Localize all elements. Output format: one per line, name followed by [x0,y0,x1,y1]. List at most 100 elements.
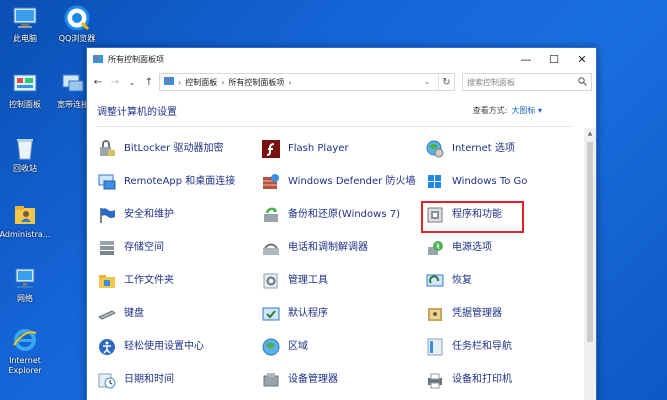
flash-icon [261,139,281,159]
close-button[interactable]: ✕ [568,48,596,70]
item-firewall[interactable]: Windows Defender 防火墙 [261,165,425,198]
work-folder-icon [97,271,117,291]
admin-tools-icon [261,271,281,291]
item-keyboard[interactable]: 键盘 [97,297,261,330]
desktop-icon-recycle-bin[interactable]: 回收站 [0,134,50,174]
address-dropdown-button[interactable]: ⌄ [420,78,434,86]
chevron-right-icon: › [221,77,225,87]
item-security-maintenance[interactable]: 安全和维护 [97,198,261,231]
desktop-icon-label: 网络 [17,294,33,303]
remoteapp-icon [97,172,117,192]
item-region[interactable]: 区域 [261,330,425,363]
datetime-icon [97,370,117,390]
item-power-options[interactable]: 电源选项 [425,231,589,264]
phone-modem-icon [261,238,281,258]
maximize-button[interactable]: ☐ [540,48,568,70]
title-bar[interactable]: 所有控制面板项 — ☐ ✕ [87,48,596,70]
taskbar-icon [425,337,445,357]
item-backup-restore[interactable]: 备份和还原(Windows 7) [261,198,425,231]
desktop-icon-label: 此电脑 [13,34,37,43]
back-button[interactable]: ← [91,73,105,91]
bitlocker-icon [97,139,117,159]
network-icon [11,264,39,292]
broadband-icon [59,70,87,98]
ie-icon [11,326,39,354]
recovery-icon [425,271,445,291]
chevron-right-icon: › [178,77,182,87]
item-device-manager[interactable]: 设备管理器 [261,363,425,396]
item-remoteapp[interactable]: RemoteApp 和桌面连接 [97,165,261,198]
desktop-icon-network[interactable]: 网络 [0,264,50,304]
recent-locations-button[interactable]: ⌄ [125,73,139,91]
address-row: ← → ⌄ ↑ › 控制面板 › 所有控制面板项 › ⌄ ↻ 搜索控制面板 [87,70,596,94]
scroll-up-icon[interactable]: ▲ [584,130,596,137]
view-by-label: 查看方式: [472,105,508,115]
control-panel-icon [11,70,39,98]
item-flash-player[interactable]: Flash Player [261,132,425,165]
desktop-icon-label: 宽带连接 [57,100,89,109]
windows-to-go-icon [425,172,445,192]
search-icon [578,76,587,88]
item-recovery[interactable]: 恢复 [425,264,589,297]
item-admin-tools[interactable]: 管理工具 [261,264,425,297]
credential-icon [425,304,445,324]
desktop-icon-qq-browser[interactable]: QQ浏览器 [52,4,102,44]
desktop-icon-label: Administra... [0,230,51,239]
heading-row: 调整计算机的设置 查看方式: 大图标 ▾ [97,94,586,126]
up-button[interactable]: ↑ [142,73,156,91]
address-bar[interactable]: › 控制面板 › 所有控制面板项 › ⌄ ↻ [159,73,455,91]
control-panel-icon [93,54,103,64]
recycle-bin-icon [11,134,39,162]
keyboard-icon [97,304,117,324]
item-storage-spaces[interactable]: 存储空间 [97,231,261,264]
user-folder-icon [11,200,39,228]
item-work-folders[interactable]: 工作文件夹 [97,264,261,297]
item-taskbar-navigation[interactable]: 任务栏和导航 [425,330,589,363]
item-date-time[interactable]: 日期和时间 [97,363,261,396]
item-ease-of-access[interactable]: 轻松使用设置中心 [97,330,261,363]
firewall-icon [261,172,281,192]
desktop-icon-label: Internet Explorer [8,356,42,375]
search-placeholder: 搜索控制面板 [467,77,515,87]
control-panel-window: 所有控制面板项 — ☐ ✕ ← → ⌄ ↑ › 控制面板 › 所有控制面板项 ›… [86,47,597,400]
storage-icon [97,238,117,258]
content-area: 调整计算机的设置 查看方式: 大图标 ▾ BitLocker 驱动器加密 Fla… [87,94,596,396]
items-grid: BitLocker 驱动器加密 Flash Player Internet 选项… [97,127,586,396]
security-flag-icon [97,205,117,225]
breadcrumb-control-panel[interactable]: 控制面板 [185,77,217,88]
item-credential-manager[interactable]: 凭据管理器 [425,297,589,330]
computer-icon [11,4,39,32]
desktop-icon-label: QQ浏览器 [58,34,96,43]
item-windows-to-go[interactable]: Windows To Go [425,165,589,198]
desktop-icon-internet-explorer[interactable]: Internet Explorer [0,326,50,376]
breadcrumb-all-items[interactable]: 所有控制面板项 [228,77,284,88]
desktop-icon-this-pc[interactable]: 此电脑 [0,4,50,44]
chevron-right-icon: › [288,77,292,87]
desktop-icon-administrator[interactable]: Administra... [0,200,50,240]
qq-browser-icon [63,4,91,32]
page-title: 调整计算机的设置 [97,106,177,118]
programs-icon [425,205,445,225]
item-devices-printers[interactable]: 设备和打印机 [425,363,589,396]
backup-icon [261,205,281,225]
desktop-icon-label: 回收站 [13,164,37,173]
item-phone-modem[interactable]: 电话和调制解调器 [261,231,425,264]
forward-button[interactable]: → [108,73,122,91]
item-default-programs[interactable]: 默认程序 [261,297,425,330]
item-internet-options[interactable]: Internet 选项 [425,132,589,165]
vertical-scrollbar[interactable]: ▲ [584,128,596,400]
device-manager-icon [261,370,281,390]
desktop-icon-label: 控制面板 [9,100,41,109]
search-input[interactable]: 搜索控制面板 [462,73,592,91]
minimize-button[interactable]: — [512,48,540,70]
control-panel-icon [164,76,174,88]
item-programs-features[interactable]: 程序和功能 [421,198,589,233]
item-bitlocker[interactable]: BitLocker 驱动器加密 [97,132,261,165]
scrollbar-thumb[interactable] [587,142,593,342]
refresh-button[interactable]: ↻ [438,74,454,90]
view-by-dropdown[interactable]: 大图标 ▾ [511,105,542,116]
window-title: 所有控制面板项 [108,54,164,64]
region-icon [261,337,281,357]
desktop-icon-control-panel[interactable]: 控制面板 [0,70,50,110]
ease-of-access-icon [97,337,117,357]
